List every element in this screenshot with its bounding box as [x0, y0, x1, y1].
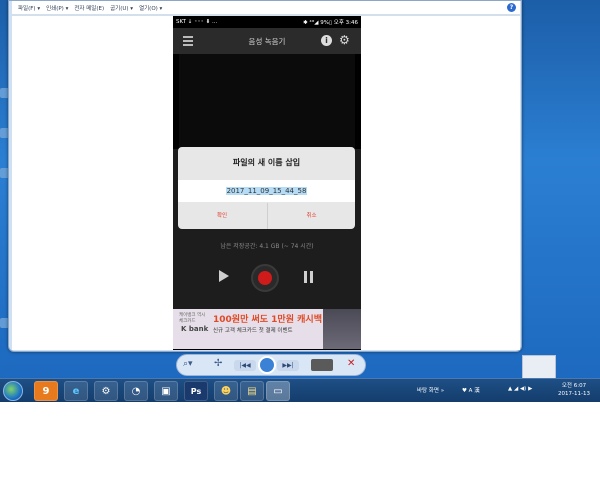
previous-button[interactable]: |◀◀ [234, 360, 256, 371]
taskbar-app-viewer[interactable]: ▭ [266, 381, 290, 401]
taskbar-app-messenger[interactable]: ☻ [214, 381, 238, 401]
app-title: 음성 녹음기 [248, 37, 286, 46]
clock-date: 2017-11-13 [558, 391, 590, 397]
gear-icon[interactable]: ⚙ [339, 33, 350, 47]
taskbar-app-folder[interactable]: ▤ [240, 381, 264, 401]
ad-banner[interactable]: 케이뱅크 역시 체크카드 K bank 100원만 써도 1만원 캐시백 신규 … [173, 309, 361, 349]
pause-icon[interactable] [304, 271, 314, 283]
taskbar-app-ps[interactable]: Ps [184, 381, 208, 401]
ad-subtext: 신규 고객 체크카드 첫 결제 이벤트 [213, 328, 293, 334]
viewer-controls: ⌕▾ ✢ |◀◀ ▶▶| ✕ [176, 354, 366, 376]
status-left: SKT ↓ ◦◦◦ ⬇ ... [176, 19, 218, 25]
taskbar-app-media[interactable]: ◔ [124, 381, 148, 401]
menu-file[interactable]: 파일(F) ▾ [18, 4, 40, 12]
filename-value: 2017_11_09_15_44_58 [225, 187, 308, 195]
tray-icons[interactable]: ▲ ◢ ◀) ▶ [508, 386, 532, 392]
waveform-area [179, 54, 355, 149]
filename-input[interactable]: 2017_11_09_15_44_58 [178, 180, 355, 202]
start-button[interactable] [3, 381, 23, 401]
dialog-title: 파일의 새 이름 삽입 [232, 158, 301, 167]
clock-time: 오전 6:07 [561, 383, 587, 389]
background-window [522, 355, 556, 379]
ad-image [323, 309, 361, 349]
storage-info: 남은 저장공간: 4.1 GB (~ 74 시간) [220, 243, 314, 250]
taskbar: 9 e ⚙ ◔ ▣ Ps ☻ ▤ ▭ 바탕 화면 » ♥ A 漢 ▲ ◢ ◀) … [0, 378, 600, 402]
taskbar-app-ie[interactable]: e [64, 381, 88, 401]
zoom-icon[interactable]: ⌕▾ [183, 359, 193, 369]
delete-icon[interactable]: ✕ [347, 358, 355, 369]
record-button[interactable] [251, 264, 279, 292]
actual-size-icon[interactable]: ✢ [214, 358, 222, 369]
rename-dialog: 파일의 새 이름 삽입 2017_11_09_15_44_58 확인 취소 [178, 147, 355, 229]
background-thumbnail [366, 358, 516, 372]
app-bar: 음성 녹음기 i ⚙ [173, 28, 361, 54]
help-icon[interactable]: ? [507, 3, 516, 12]
status-right: ✱ ⁴ᴳ◢ 9%▯ 오후 3:46 [303, 20, 358, 26]
tray-ime[interactable]: ♥ A 漢 [462, 386, 480, 394]
phone-status-bar: SKT ↓ ◦◦◦ ⬇ ... ✱ ⁴ᴳ◢ 9%▯ 오후 3:46 [173, 16, 361, 28]
system-tray: 바탕 화면 » ♥ A 漢 ▲ ◢ ◀) ▶ 오전 6:07 2017-11-1… [410, 379, 600, 402]
menu-bar: 파일(F) ▾ 인쇄(P) ▾ 전자 메일(E) 굽기(U) ▾ 열기(O) ▾… [12, 1, 520, 15]
next-button[interactable]: ▶▶| [277, 360, 299, 371]
taskbar-app-9[interactable]: 9 [34, 381, 58, 401]
menu-print[interactable]: 인쇄(P) ▾ [46, 4, 68, 12]
ad-bank-logo: K bank [181, 325, 209, 333]
desktop: 파일(F) ▾ 인쇄(P) ▾ 전자 메일(E) 굽기(U) ▾ 열기(O) ▾… [0, 0, 600, 402]
ad-headline: 100원만 써도 1만원 캐시백 [213, 315, 322, 325]
ad-brand: 케이뱅크 역시 체크카드 [179, 313, 206, 324]
menu-burn[interactable]: 굽기(U) ▾ [110, 4, 133, 12]
tray-desktop[interactable]: 바탕 화면 » [417, 386, 444, 394]
clock[interactable]: 오전 6:07 2017-11-13 [554, 382, 594, 398]
taskbar-app-screen[interactable]: ▣ [154, 381, 178, 401]
menu-open[interactable]: 열기(O) ▾ [139, 4, 162, 12]
cancel-button[interactable]: 취소 [267, 203, 355, 229]
ok-button[interactable]: 확인 [178, 203, 266, 229]
menu-email[interactable]: 전자 메일(E) [74, 4, 104, 12]
info-icon[interactable]: i [321, 35, 332, 46]
taskbar-app-settings[interactable]: ⚙ [94, 381, 118, 401]
record-icon [258, 271, 272, 285]
slideshow-button[interactable] [258, 356, 276, 374]
rotate-button[interactable] [311, 359, 333, 371]
play-icon[interactable] [219, 270, 229, 282]
